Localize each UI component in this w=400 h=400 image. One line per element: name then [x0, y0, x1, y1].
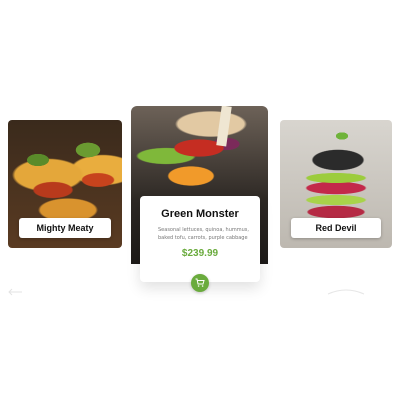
- card-title-right[interactable]: Red Devil: [291, 218, 381, 238]
- card-description: Seasonal lettuces, quinoa, hummus, baked…: [158, 227, 249, 241]
- card-title-left[interactable]: Mighty Meaty: [19, 218, 111, 238]
- next-arrow-icon[interactable]: [326, 288, 366, 296]
- card-title-center: Green Monster: [161, 208, 239, 220]
- card-price: $239.99: [181, 248, 219, 259]
- add-to-cart-button[interactable]: [191, 274, 209, 292]
- shopping-cart-icon: [195, 278, 205, 287]
- prev-arrow-icon[interactable]: [6, 288, 24, 296]
- card-info-panel: Green Monster Seasonal lettuces, quinoa,…: [140, 196, 260, 282]
